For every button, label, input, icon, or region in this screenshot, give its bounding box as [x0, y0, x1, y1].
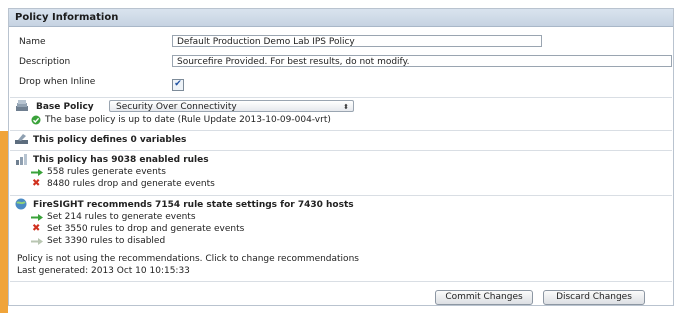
description-label: Description	[19, 57, 71, 67]
drop-inline-label: Drop when Inline	[19, 77, 96, 87]
red-x-icon: ✖	[32, 223, 41, 234]
policy-information-panel: Policy Information Name Default Producti…	[8, 8, 674, 306]
gray-arrow-icon	[31, 238, 43, 248]
variables-title: This policy defines 0 variables	[33, 135, 187, 145]
base-policy-label: Base Policy	[36, 102, 94, 112]
divider	[10, 97, 672, 98]
red-x-icon: ✖	[32, 178, 41, 189]
base-policy-selected: Security Over Connectivity	[116, 102, 237, 112]
firesight-globe-icon	[15, 198, 27, 213]
policy-layers-icon	[15, 100, 29, 115]
recommendations-notice[interactable]: Policy is not using the recommendations.…	[17, 254, 359, 264]
name-field[interactable]: Default Production Demo Lab IPS Policy	[172, 35, 542, 47]
name-label: Name	[19, 37, 46, 47]
description-field[interactable]: Sourcefire Provided. For best results, d…	[172, 55, 672, 67]
base-policy-status: The base policy is up to date (Rule Upda…	[45, 115, 331, 125]
discard-changes-button[interactable]: Discard Changes	[543, 290, 645, 305]
divider	[10, 281, 672, 282]
rules-generate-text: 558 rules generate events	[47, 167, 166, 177]
left-accent-bar	[0, 131, 8, 313]
divider	[10, 195, 672, 196]
set-drop-text: Set 3550 rules to drop and generate even…	[47, 224, 245, 234]
commit-changes-button[interactable]: Commit Changes	[435, 290, 533, 305]
variables-icon	[15, 133, 29, 148]
set-generate-text: Set 214 rules to generate events	[47, 212, 196, 222]
rules-drop-text: 8480 rules drop and generate events	[47, 179, 215, 189]
rules-title: This policy has 9038 enabled rules	[33, 155, 209, 165]
last-generated-text: Last generated: 2013 Oct 10 10:15:33	[17, 266, 190, 276]
divider	[10, 130, 672, 131]
panel-title: Policy Information	[9, 9, 673, 27]
base-policy-select[interactable]: Security Over Connectivity ⬍	[109, 100, 354, 112]
drop-inline-checkbox[interactable]: ✔	[172, 79, 184, 91]
set-disabled-text: Set 3390 rules to disabled	[47, 236, 166, 246]
check-circle-icon	[31, 115, 41, 128]
divider	[10, 150, 672, 151]
rules-bar-icon	[15, 153, 29, 168]
firesight-title: FireSIGHT recommends 7154 rule state set…	[33, 200, 354, 210]
select-arrows-icon: ⬍	[343, 103, 349, 111]
